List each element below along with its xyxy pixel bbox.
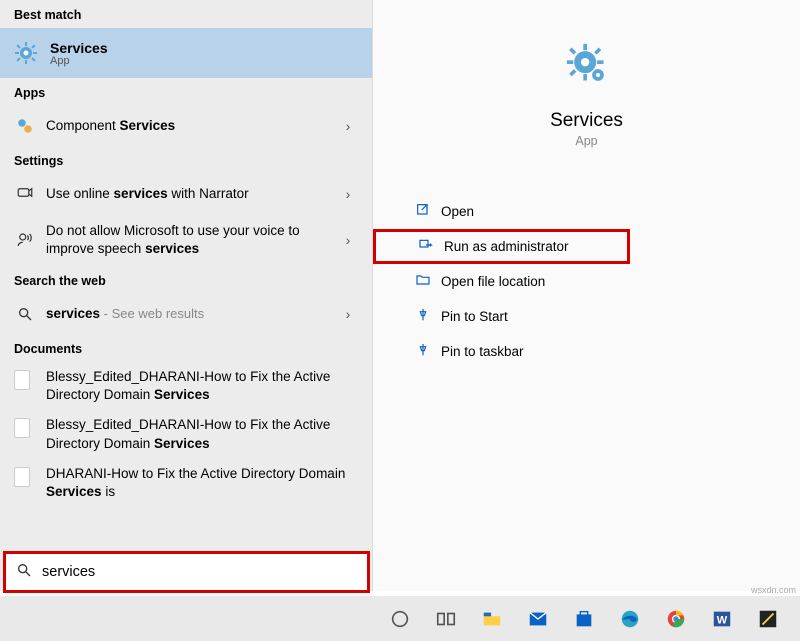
action-run-as-administrator[interactable]: Run as administrator	[373, 229, 630, 264]
best-match-title: Services	[50, 40, 108, 56]
hero-subtitle: App	[575, 134, 597, 148]
section-documents: Documents	[0, 334, 372, 362]
document-icon	[14, 467, 36, 487]
setting-narrator-services[interactable]: Use online services with Narrator ›	[0, 174, 372, 214]
speech-icon	[14, 231, 36, 249]
document-result[interactable]: Blessy_Edited_DHARANI-How to Fix the Act…	[0, 410, 372, 458]
action-pin-to-taskbar[interactable]: Pin to taskbar	[373, 334, 800, 369]
watermark: wsxdn.com	[751, 585, 796, 595]
taskbar: W	[0, 596, 800, 641]
action-label: Open file location	[441, 274, 545, 289]
setting-label: Use online services with Narrator	[46, 185, 338, 203]
svg-text:W: W	[717, 614, 728, 626]
chevron-right-icon[interactable]: ›	[338, 232, 358, 248]
app-result-label: Component Services	[46, 117, 338, 135]
document-icon	[14, 370, 36, 390]
pin-start-icon	[415, 307, 441, 326]
search-icon	[14, 306, 36, 322]
taskbar-edge[interactable]	[610, 599, 650, 639]
hero: Services App	[373, 0, 800, 148]
chevron-right-icon[interactable]: ›	[338, 186, 358, 202]
taskbar-taskview[interactable]	[426, 599, 466, 639]
open-icon	[415, 202, 441, 221]
section-best-match: Best match	[0, 0, 372, 28]
setting-speech-services[interactable]: Do not allow Microsoft to use your voice…	[0, 214, 372, 266]
search-input[interactable]	[36, 564, 367, 580]
taskbar-file-explorer[interactable]	[472, 599, 512, 639]
action-label: Run as administrator	[444, 239, 569, 254]
services-icon	[14, 41, 38, 65]
best-match-item[interactable]: Services App	[0, 28, 372, 78]
setting-label: Do not allow Microsoft to use your voice…	[46, 222, 338, 257]
hero-title: Services	[550, 110, 623, 132]
search-results-panel: Best match Services App Apps Component S…	[0, 0, 373, 591]
app-result-component-services[interactable]: Component Services ›	[0, 106, 372, 146]
taskbar-store[interactable]	[564, 599, 604, 639]
action-pin-to-start[interactable]: Pin to Start	[373, 299, 800, 334]
action-list: Open Run as administrator Open file loca…	[373, 194, 800, 369]
taskbar-cortana[interactable]	[380, 599, 420, 639]
best-match-subtitle: App	[50, 55, 108, 67]
services-hero-icon	[565, 42, 609, 86]
document-result[interactable]: DHARANI-How to Fix the Active Directory …	[0, 459, 372, 507]
document-result[interactable]: Blessy_Edited_DHARANI-How to Fix the Act…	[0, 362, 372, 410]
narrator-icon	[14, 185, 36, 203]
section-apps: Apps	[0, 78, 372, 106]
action-label: Open	[441, 204, 474, 219]
pin-taskbar-icon	[415, 342, 441, 361]
chevron-right-icon[interactable]: ›	[338, 306, 358, 322]
section-web: Search the web	[0, 266, 372, 294]
taskbar-chrome[interactable]	[656, 599, 696, 639]
action-open[interactable]: Open	[373, 194, 800, 229]
component-services-icon	[14, 117, 36, 135]
web-result-label: services - See web results	[46, 305, 338, 323]
detail-panel: Services App Open Run as administrator O…	[373, 0, 800, 591]
chevron-right-icon[interactable]: ›	[338, 118, 358, 134]
section-settings: Settings	[0, 146, 372, 174]
document-icon	[14, 418, 36, 438]
search-box[interactable]	[3, 551, 370, 593]
action-open-file-location[interactable]: Open file location	[373, 264, 800, 299]
taskbar-app[interactable]	[748, 599, 788, 639]
action-label: Pin to taskbar	[441, 344, 524, 359]
document-label: Blessy_Edited_DHARANI-How to Fix the Act…	[46, 368, 358, 404]
document-label: Blessy_Edited_DHARANI-How to Fix the Act…	[46, 416, 358, 452]
document-label: DHARANI-How to Fix the Active Directory …	[46, 465, 358, 501]
folder-icon	[415, 272, 441, 291]
web-result-services[interactable]: services - See web results ›	[0, 294, 372, 334]
taskbar-mail[interactable]	[518, 599, 558, 639]
taskbar-word[interactable]: W	[702, 599, 742, 639]
action-label: Pin to Start	[441, 309, 508, 324]
search-icon	[16, 562, 36, 583]
admin-icon	[418, 237, 444, 256]
